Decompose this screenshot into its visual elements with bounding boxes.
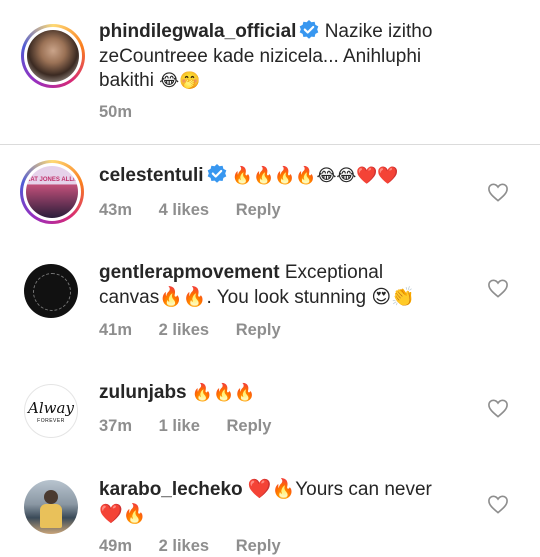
caption-text-line3: bakithi [99, 70, 154, 91]
comment-avatar[interactable] [24, 480, 78, 534]
caption-text-line1: Nazike izitho [324, 21, 433, 42]
like-heart-icon[interactable] [487, 278, 509, 298]
comment-text-line1: ❤️🔥Yours can never [247, 479, 432, 500]
caption-emojis: 😂🤭 [159, 71, 201, 90]
reply-button[interactable]: Reply [236, 537, 281, 555]
comment-time: 43m [99, 201, 133, 219]
comment-time: 41m [99, 321, 133, 339]
caption-avatar-ring[interactable] [21, 24, 85, 88]
comment-avatar[interactable]: Alway FOREVER [24, 384, 78, 438]
avatar-script-text: Alway [28, 399, 74, 417]
comment-time: 49m [99, 537, 133, 555]
post-caption: phindilegwala_official Nazike izitho zeC… [0, 0, 540, 145]
caption-text-line2: zeCountreee kade nizicela... Anihluphi [99, 45, 422, 67]
comment-text-line1: Exceptional [284, 262, 384, 283]
comment-username[interactable]: celestentuli [99, 165, 204, 186]
reply-button[interactable]: Reply [236, 321, 281, 339]
caption-username[interactable]: phindilegwala_official [99, 21, 296, 42]
reply-button[interactable]: Reply [227, 417, 272, 435]
comment-avatar[interactable] [24, 264, 78, 318]
verified-badge-icon [300, 20, 319, 39]
comment-likes[interactable]: 1 like [159, 417, 200, 435]
like-heart-icon[interactable] [487, 494, 509, 514]
comment-avatar-ring[interactable]: KAT JONES ALLIAN [20, 160, 84, 224]
comment-avatar[interactable]: KAT JONES ALLIAN [26, 166, 78, 218]
comment-username[interactable]: zulunjabs [99, 382, 187, 403]
comment-username[interactable]: karabo_lecheko [99, 479, 243, 500]
comment-likes[interactable]: 4 likes [159, 201, 209, 219]
avatar-subtext: FOREVER [37, 418, 65, 424]
reply-button[interactable]: Reply [236, 201, 281, 219]
verified-badge-icon [207, 164, 226, 183]
comment-likes[interactable]: 2 likes [159, 321, 209, 339]
comment-text: 🔥🔥🔥 [191, 383, 256, 402]
caption-time: 50m [99, 103, 133, 121]
avatar-banner-text: KAT JONES ALLIAN [26, 177, 78, 183]
like-heart-icon[interactable] [487, 182, 509, 202]
comment-likes[interactable]: 2 likes [159, 537, 209, 555]
divider [0, 144, 540, 145]
comment-username[interactable]: gentlerapmovement [99, 262, 280, 283]
comment-text-line2: ❤️🔥 [99, 503, 147, 525]
like-heart-icon[interactable] [487, 398, 509, 418]
caption-avatar[interactable] [27, 30, 79, 82]
comment-time: 37m [99, 417, 133, 435]
comment-text: 🔥🔥🔥🔥😂😂❤️❤️ [231, 166, 399, 185]
comment-text-line2: canvas🔥🔥. You look stunning 😍👏 [99, 286, 415, 308]
